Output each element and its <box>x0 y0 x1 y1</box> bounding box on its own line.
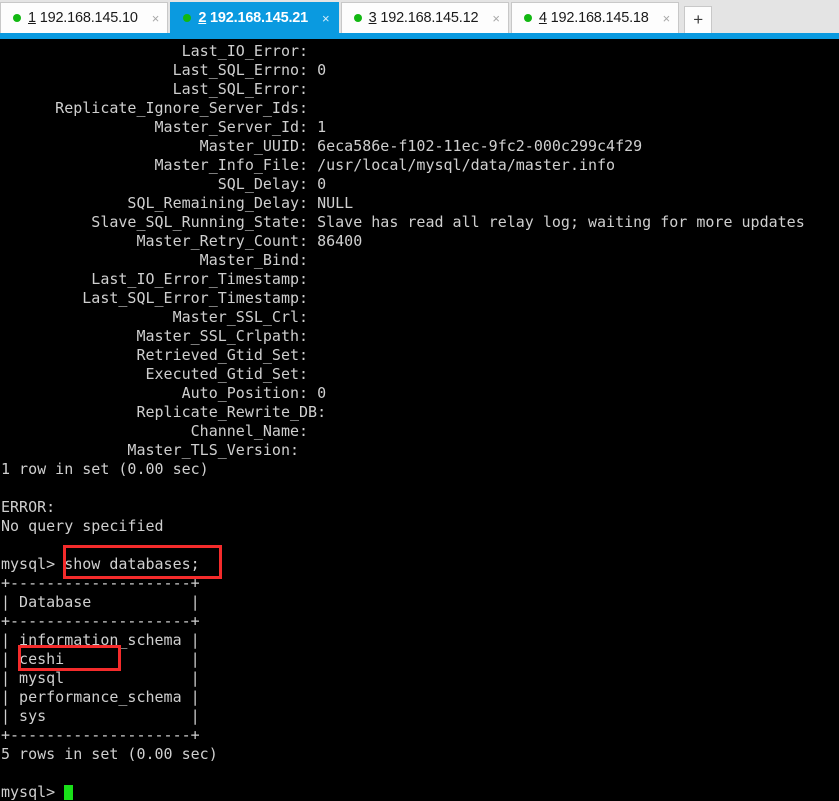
terminal-tab-2-host: 192.168.145.21 <box>210 10 309 26</box>
terminal-line: Master_UUID: 6eca586e-f102-11ec-9fc2-000… <box>1 137 643 155</box>
terminal-output-pane[interactable]: Last_IO_Error: Last_SQL_Errno: 0 Last_SQ… <box>0 39 839 801</box>
close-icon[interactable]: × <box>322 12 330 25</box>
terminal-line: Auto_Position: 0 <box>1 384 327 402</box>
terminal-line: Channel_Name: <box>1 422 318 440</box>
terminal-tab-3[interactable]: 3 192.168.145.12 × <box>340 2 509 33</box>
terminal-line: +--------------------+ <box>1 612 200 630</box>
terminal-line: | Database | <box>1 593 200 611</box>
terminal-tab-1-label: 1 192.168.145.10 <box>28 10 138 26</box>
terminal-tab-3-index: 3 <box>368 10 377 26</box>
connection-status-dot-icon <box>13 14 21 22</box>
terminal-cursor <box>64 785 74 800</box>
terminal-tab-2-label: 2 192.168.145.21 <box>198 10 308 26</box>
terminal-line: +--------------------+ <box>1 574 200 592</box>
terminal-line: 5 rows in set (0.00 sec) <box>1 745 218 763</box>
terminal-line: mysql> show databases; <box>1 555 200 573</box>
tab-bar-empty-area <box>712 2 839 33</box>
connection-status-dot-icon <box>523 14 532 22</box>
terminal-tab-2[interactable]: 2 192.168.145.21 × <box>170 2 339 33</box>
terminal-line: +--------------------+ <box>1 726 200 744</box>
terminal-line: Last_SQL_Error: <box>1 80 318 98</box>
terminal-line: Master_Retry_Count: 86400 <box>1 232 363 250</box>
terminal-line: Executed_Gtid_Set: <box>1 365 318 383</box>
terminal-line: Master_SSL_Crl: <box>1 308 318 326</box>
terminal-line: Master_TLS_Version: <box>1 441 309 459</box>
terminal-line: Master_Server_Id: 1 <box>1 118 327 136</box>
terminal-tab-4-index: 4 <box>538 10 547 26</box>
terminal-tab-2-index: 2 <box>198 10 207 26</box>
terminal-line: | mysql | <box>1 669 200 687</box>
terminal-line: SQL_Remaining_Delay: NULL <box>1 194 354 212</box>
terminal-line: 1 row in set (0.00 sec) <box>1 460 209 478</box>
terminal-line: Slave_SQL_Running_State: Slave has read … <box>1 213 805 231</box>
close-icon[interactable]: × <box>492 12 500 25</box>
new-tab-button[interactable]: + <box>684 6 713 33</box>
terminal-line: Last_SQL_Errno: 0 <box>1 61 327 79</box>
terminal-tab-1[interactable]: 1 192.168.145.10 × <box>0 2 169 33</box>
terminal-tab-4[interactable]: 4 192.168.145.18 × <box>510 2 680 33</box>
terminal-line: No query specified <box>1 517 164 535</box>
terminal-line: Master_SSL_Crlpath: <box>1 327 318 345</box>
terminal-line: Master_Bind: <box>1 251 318 269</box>
terminal-tab-3-host: 192.168.145.12 <box>380 10 479 26</box>
terminal-tab-1-index: 1 <box>28 10 36 26</box>
terminal-line: Last_IO_Error: <box>1 42 318 60</box>
terminal-line: | information_schema | <box>1 631 200 649</box>
terminal-tab-1-host: 192.168.145.10 <box>39 10 138 26</box>
connection-status-dot-icon <box>353 14 362 22</box>
terminal-tab-3-label: 3 192.168.145.12 <box>369 10 479 26</box>
terminal-line: Replicate_Ignore_Server_Ids: <box>1 99 318 117</box>
close-icon[interactable]: × <box>152 12 160 25</box>
terminal-lines: Last_IO_Error: Last_SQL_Errno: 0 Last_SQ… <box>0 42 839 801</box>
tab-bar: 1 192.168.145.10 × 2 192.168.145.21 × 3 … <box>0 0 839 33</box>
terminal-line: SQL_Delay: 0 <box>1 175 327 193</box>
terminal-line: Replicate_Rewrite_DB: <box>1 403 336 421</box>
terminal-line: Retrieved_Gtid_Set: <box>1 346 318 364</box>
terminal-line: ERROR: <box>1 498 65 516</box>
terminal-line: mysql> <box>0 783 839 801</box>
terminal-line: | ceshi | <box>1 650 200 668</box>
terminal-line: | performance_schema | <box>1 688 200 706</box>
close-icon[interactable]: × <box>663 12 671 25</box>
terminal-tab-4-label: 4 192.168.145.18 <box>539 10 649 26</box>
terminal-line: Last_IO_Error_Timestamp: <box>1 270 318 288</box>
terminal-line: Last_SQL_Error_Timestamp: <box>1 289 318 307</box>
terminal-tab-4-host: 192.168.145.18 <box>550 10 649 26</box>
connection-status-dot-icon <box>183 14 192 22</box>
terminal-line: | sys | <box>1 707 200 725</box>
terminal-line: Master_Info_File: /usr/local/mysql/data/… <box>1 156 616 174</box>
